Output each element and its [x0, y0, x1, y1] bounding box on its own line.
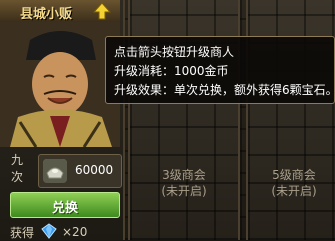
exchange-count-label: 九 次 [6, 152, 28, 186]
upgrade-tooltip: 点击箭头按钮升级商人 升级消耗：1000金币 升级效果：单次兑换，额外获得6颗宝… [105, 36, 335, 104]
tooltip-line-effect: 升级效果：单次兑换，额外获得6颗宝石。 [114, 83, 335, 97]
cost-box: 60000 [38, 154, 122, 188]
up-arrow-icon[interactable] [93, 2, 111, 20]
slot-status: (未开启) [161, 184, 207, 198]
tooltip-line-cost: 升级消耗：1000金币 [114, 64, 229, 78]
slot-name: 3级商会 [162, 168, 206, 182]
reward-count: ×20 [62, 225, 88, 239]
tooltip-line-hint: 点击箭头按钮升级商人 [114, 45, 235, 59]
blue-gem-icon [41, 223, 57, 239]
merchant-portrait-image [0, 22, 120, 147]
reward-label: 获得 [10, 226, 35, 240]
exchange-button[interactable]: 兑换 [10, 192, 120, 218]
cost-value: 60000 [75, 163, 114, 177]
slot-name: 5级商会 [272, 168, 316, 182]
exchange-button-label: 兑换 [51, 201, 78, 216]
merchant-portrait [0, 22, 120, 147]
slot-status: (未开启) [271, 184, 317, 198]
silver-ingot-icon [43, 159, 67, 183]
merchant-title-bar: 县城小贩 [0, 0, 120, 23]
count-label-bottom: 次 [10, 170, 23, 184]
count-label-top: 九 [10, 153, 23, 167]
merchant-title: 县城小贩 [20, 7, 73, 22]
